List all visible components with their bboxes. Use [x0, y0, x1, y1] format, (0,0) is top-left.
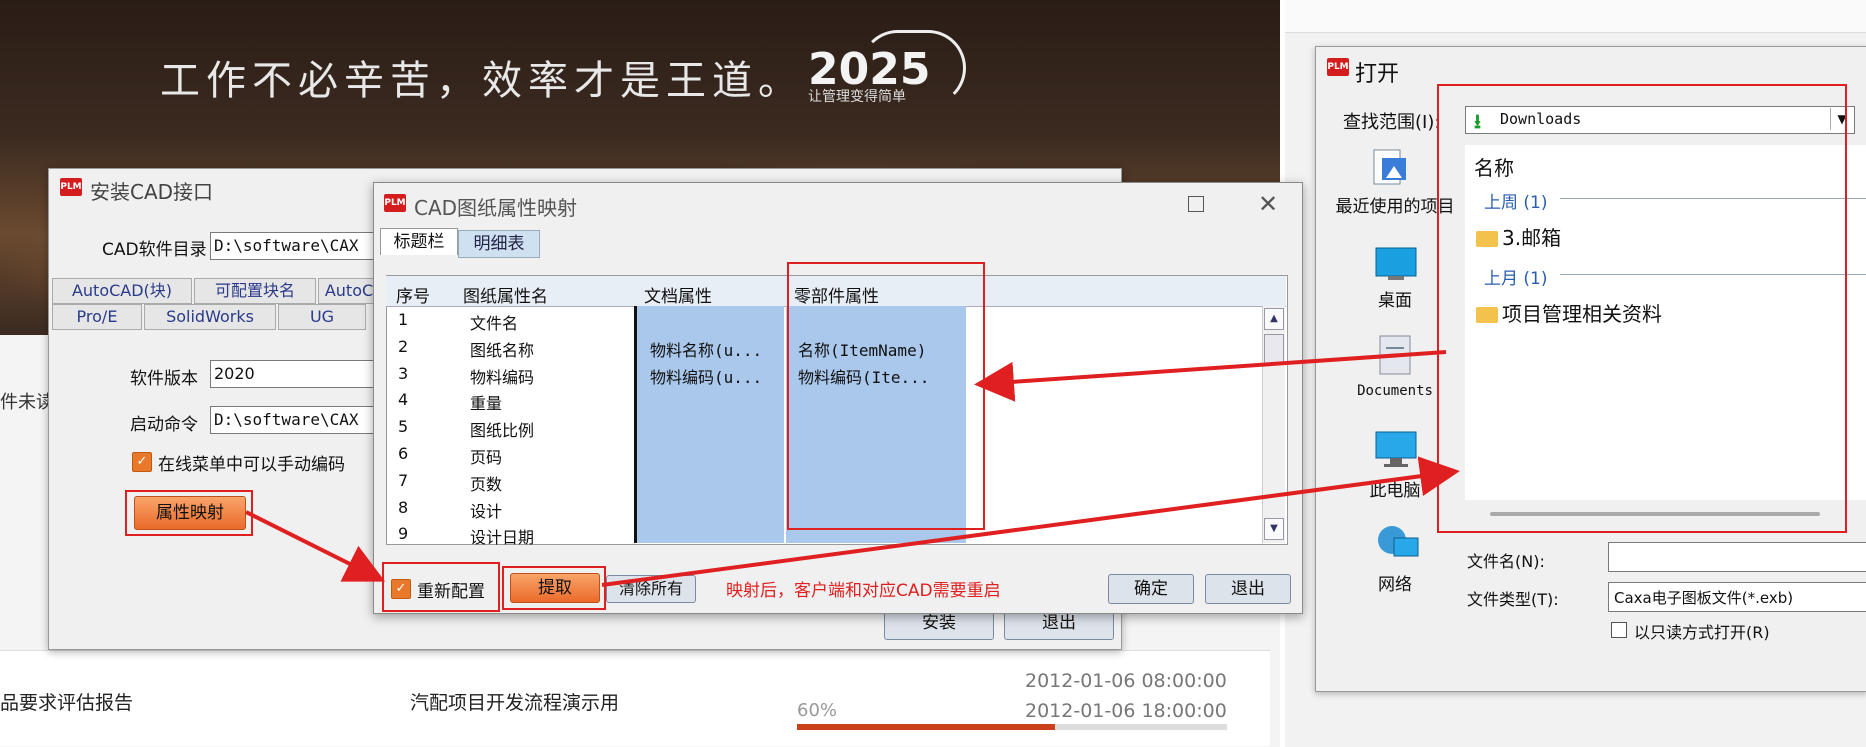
command-label: 启动命令 — [130, 415, 198, 435]
online-checkbox[interactable]: ✓ — [132, 452, 152, 472]
recent-icon[interactable] — [1370, 148, 1410, 188]
row-project: 汽配项目开发流程演示用 — [410, 692, 620, 714]
row-index[interactable]: 9 — [398, 524, 408, 543]
ok-button[interactable]: 确定 — [1108, 574, 1194, 604]
maximize-icon[interactable] — [1188, 196, 1204, 212]
computer-icon[interactable] — [1374, 430, 1418, 470]
highlight-box — [382, 562, 500, 612]
cloud-icon — [860, 30, 966, 106]
row-index[interactable]: 3 — [398, 364, 408, 383]
network-icon[interactable] — [1376, 524, 1420, 568]
version-label: 软件版本 — [130, 369, 198, 389]
clear-all-button[interactable]: 清除所有 — [606, 575, 696, 603]
row-attr-name[interactable]: 图纸比例 — [470, 417, 534, 441]
progress-bar — [797, 724, 1227, 730]
readonly-checkbox[interactable] — [1611, 622, 1627, 638]
row-index[interactable]: 2 — [398, 337, 408, 356]
filename-label: 文件名(N): — [1467, 552, 1545, 571]
table-row[interactable] — [0, 650, 1270, 746]
readonly-label: 以只读方式打开(R) — [1634, 623, 1770, 642]
version-select[interactable]: 2020 — [210, 360, 383, 388]
plm-logo-icon: PLM — [60, 178, 82, 196]
header-attr-name[interactable]: 图纸属性名 — [463, 282, 548, 307]
column-divider — [634, 306, 637, 543]
place-network[interactable]: 网络 — [1330, 570, 1460, 595]
online-label: 在线菜单中可以手动编码 — [158, 455, 345, 475]
highlight-box — [787, 262, 985, 530]
scroll-down-icon[interactable]: ▼ — [1264, 518, 1284, 540]
desktop-icon[interactable] — [1374, 246, 1418, 282]
close-icon[interactable]: ✕ — [1258, 190, 1278, 218]
plm-logo-icon: PLM — [384, 194, 406, 212]
row-attr-name[interactable]: 重量 — [470, 390, 502, 414]
tab-configurable-block[interactable]: 可配置块名 — [194, 278, 316, 304]
row-index[interactable]: 6 — [398, 444, 408, 463]
header-doc-attr[interactable]: 文档属性 — [644, 282, 712, 307]
row-attr-name[interactable]: 设计日期 — [470, 524, 534, 548]
progress-bar-fill — [797, 724, 1055, 730]
row-index[interactable]: 8 — [398, 498, 408, 517]
highlight-box — [125, 490, 253, 536]
row-start-date: 2012-01-06 08:00:00 — [1025, 670, 1227, 692]
tab-autocad-block[interactable]: AutoCAD(块) — [52, 278, 192, 304]
row-attr-name[interactable]: 页码 — [470, 444, 502, 468]
documents-icon[interactable] — [1376, 334, 1416, 378]
filetype-label: 文件类型(T): — [1467, 590, 1559, 609]
row-doc-attr[interactable]: 物料名称(u... — [650, 337, 762, 361]
tab-autocad[interactable]: AutoC — [318, 278, 380, 304]
tab-title-block[interactable]: 标题栏 — [380, 228, 458, 255]
row-index[interactable]: 4 — [398, 390, 408, 409]
unread-label: 件未读 — [0, 392, 54, 413]
header-index[interactable]: 序号 — [396, 282, 430, 307]
restart-note: 映射后，客户端和对应CAD需要重启 — [726, 581, 1001, 601]
row-index[interactable]: 1 — [398, 310, 408, 329]
row-attr-name[interactable]: 页数 — [470, 471, 502, 495]
look-in-label: 查找范围(I): — [1343, 112, 1441, 133]
row-attr-name[interactable]: 文件名 — [470, 310, 518, 334]
plm-logo-icon: PLM — [1327, 58, 1349, 76]
cad-dir-input[interactable]: D:\software\CAX — [210, 232, 385, 260]
cad-dir-label: CAD软件目录 — [102, 240, 207, 260]
right-top-tabs — [1285, 0, 1866, 33]
row-index[interactable]: 5 — [398, 417, 408, 436]
highlight-box — [502, 566, 606, 610]
mapping-dialog-title: CAD图纸属性映射 — [414, 196, 578, 220]
filetype-value: Caxa电子图板文件(*.exb) — [1614, 589, 1794, 607]
install-dialog-title: 安装CAD接口 — [90, 180, 214, 204]
tab-ug[interactable]: UG — [278, 304, 366, 330]
row-title: 品要求评估报告 — [0, 692, 134, 714]
row-end-date: 2012-01-06 18:00:00 — [1025, 700, 1227, 722]
row-attr-name[interactable]: 设计 — [470, 498, 502, 522]
scroll-thumb[interactable] — [1264, 334, 1284, 364]
highlight-box — [1437, 84, 1847, 533]
tab-proe[interactable]: Pro/E — [52, 304, 142, 330]
row-index[interactable]: 7 — [398, 471, 408, 490]
open-dialog-title: 打开 — [1355, 62, 1400, 87]
row-attr-name[interactable]: 物料编码 — [470, 364, 534, 388]
filename-input[interactable] — [1608, 542, 1866, 572]
tab-solidworks[interactable]: SolidWorks — [144, 304, 276, 330]
scroll-up-icon[interactable]: ▲ — [1264, 308, 1284, 330]
progress-label: 60% — [797, 700, 838, 721]
tab-bom[interactable]: 明细表 — [458, 230, 540, 258]
command-input[interactable]: D:\software\CAX — [210, 406, 385, 434]
row-doc-attr[interactable]: 物料编码(u... — [650, 364, 762, 388]
quit-button[interactable]: 退出 — [1205, 574, 1291, 604]
row-attr-name[interactable]: 图纸名称 — [470, 337, 534, 361]
banner-slogan: 工作不必辛苦，效率才是王道。 — [160, 58, 804, 104]
